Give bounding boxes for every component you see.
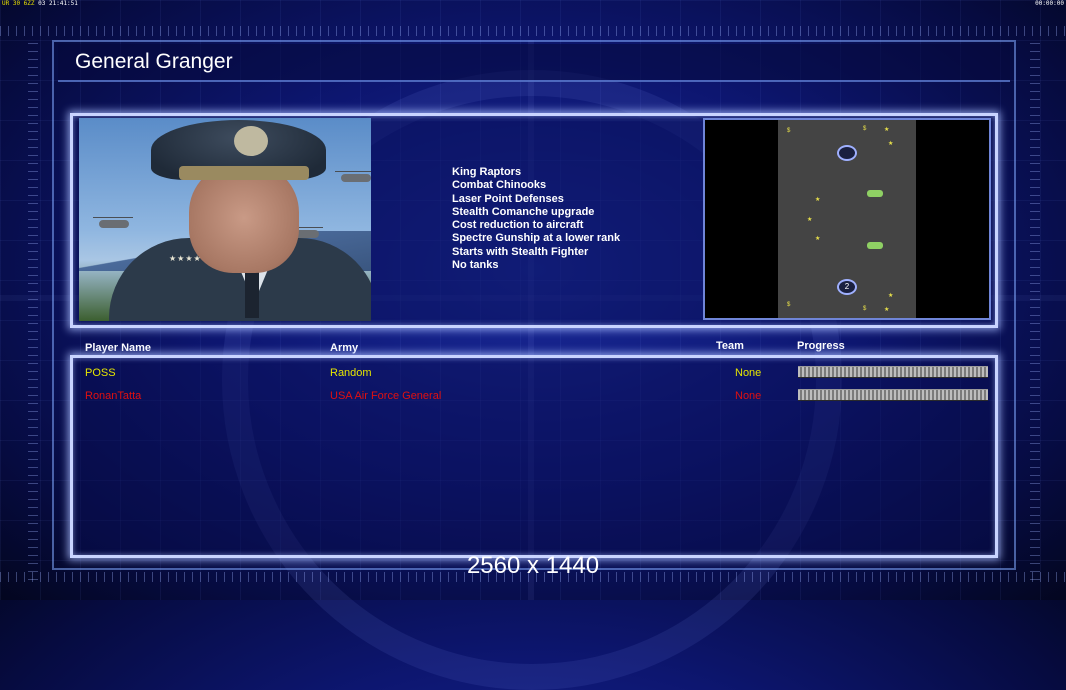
top-ruler	[0, 26, 1066, 36]
load-progress-fill	[798, 367, 988, 377]
oil-derrick-icon: ★	[888, 141, 894, 147]
header-player-name: Player Name	[85, 342, 152, 354]
feature-item: Spectre Gunship at a lower rank	[452, 232, 621, 245]
team-cell: None	[735, 390, 762, 402]
header-team: Team	[716, 340, 744, 352]
status-code-2: 03	[38, 0, 46, 7]
tree-cluster-icon	[867, 242, 883, 249]
load-progress-bar	[798, 366, 988, 378]
army-cell: Random	[330, 367, 372, 379]
status-bar-left: UR 30 6ZZ 03 21:41:51	[2, 0, 78, 7]
army-cell: USA Air Force General	[330, 390, 442, 402]
status-timer: 00:00:00	[1035, 0, 1064, 7]
right-ruler	[1030, 40, 1040, 580]
supply-icon: $	[863, 126, 867, 132]
status-code: UR 30 6ZZ	[2, 0, 35, 7]
header-army: Army	[330, 342, 359, 354]
header-progress: Progress	[797, 340, 845, 352]
supply-icon: $	[863, 306, 867, 312]
general-features-list: King Raptors Combat Chinooks Laser Point…	[452, 166, 620, 272]
load-progress-bar	[798, 389, 988, 401]
load-progress-fill	[798, 390, 988, 400]
oil-derrick-icon: ★	[888, 293, 894, 299]
eagle-badge-icon	[234, 126, 268, 156]
oil-derrick-icon: ★	[884, 307, 890, 313]
helicopter-icon	[335, 171, 371, 182]
player-name-cell: POSS	[85, 367, 116, 379]
helicopter-icon	[93, 217, 133, 228]
start-position-2: 2	[837, 279, 857, 295]
feature-item: Cost reduction to aircraft	[452, 219, 584, 232]
feature-item: No tanks	[452, 259, 499, 272]
feature-item: Starts with Stealth Fighter	[452, 245, 589, 258]
players-panel	[70, 355, 998, 558]
tree-cluster-icon	[867, 190, 883, 197]
status-clock: 21:41:51	[49, 0, 78, 7]
feature-item: Combat Chinooks	[452, 179, 547, 192]
map-preview: 2 $ $ ★ ★ ★ ★ ★ ★ ★ $ $	[778, 120, 916, 318]
resolution-label: 2560 x 1440	[466, 552, 600, 579]
left-ruler	[28, 40, 38, 580]
player-name-cell: RonanTatta	[85, 390, 142, 402]
oil-derrick-icon: ★	[815, 236, 821, 242]
start-position-1	[837, 145, 857, 161]
feature-item: King Raptors	[452, 166, 522, 178]
feature-item: Laser Point Defenses	[452, 192, 564, 205]
feature-item: Stealth Comanche upgrade	[452, 205, 595, 218]
oil-derrick-icon: ★	[815, 197, 821, 203]
oil-derrick-icon: ★	[884, 127, 890, 133]
general-cap-band	[179, 166, 309, 180]
supply-icon: $	[787, 302, 791, 308]
oil-derrick-icon: ★	[807, 217, 813, 223]
team-cell: None	[735, 367, 762, 379]
rank-stars-icon: ★★★★	[169, 254, 202, 263]
supply-icon: $	[787, 128, 791, 134]
general-title: General Granger	[75, 50, 233, 73]
general-portrait: ★★★★	[79, 118, 371, 321]
